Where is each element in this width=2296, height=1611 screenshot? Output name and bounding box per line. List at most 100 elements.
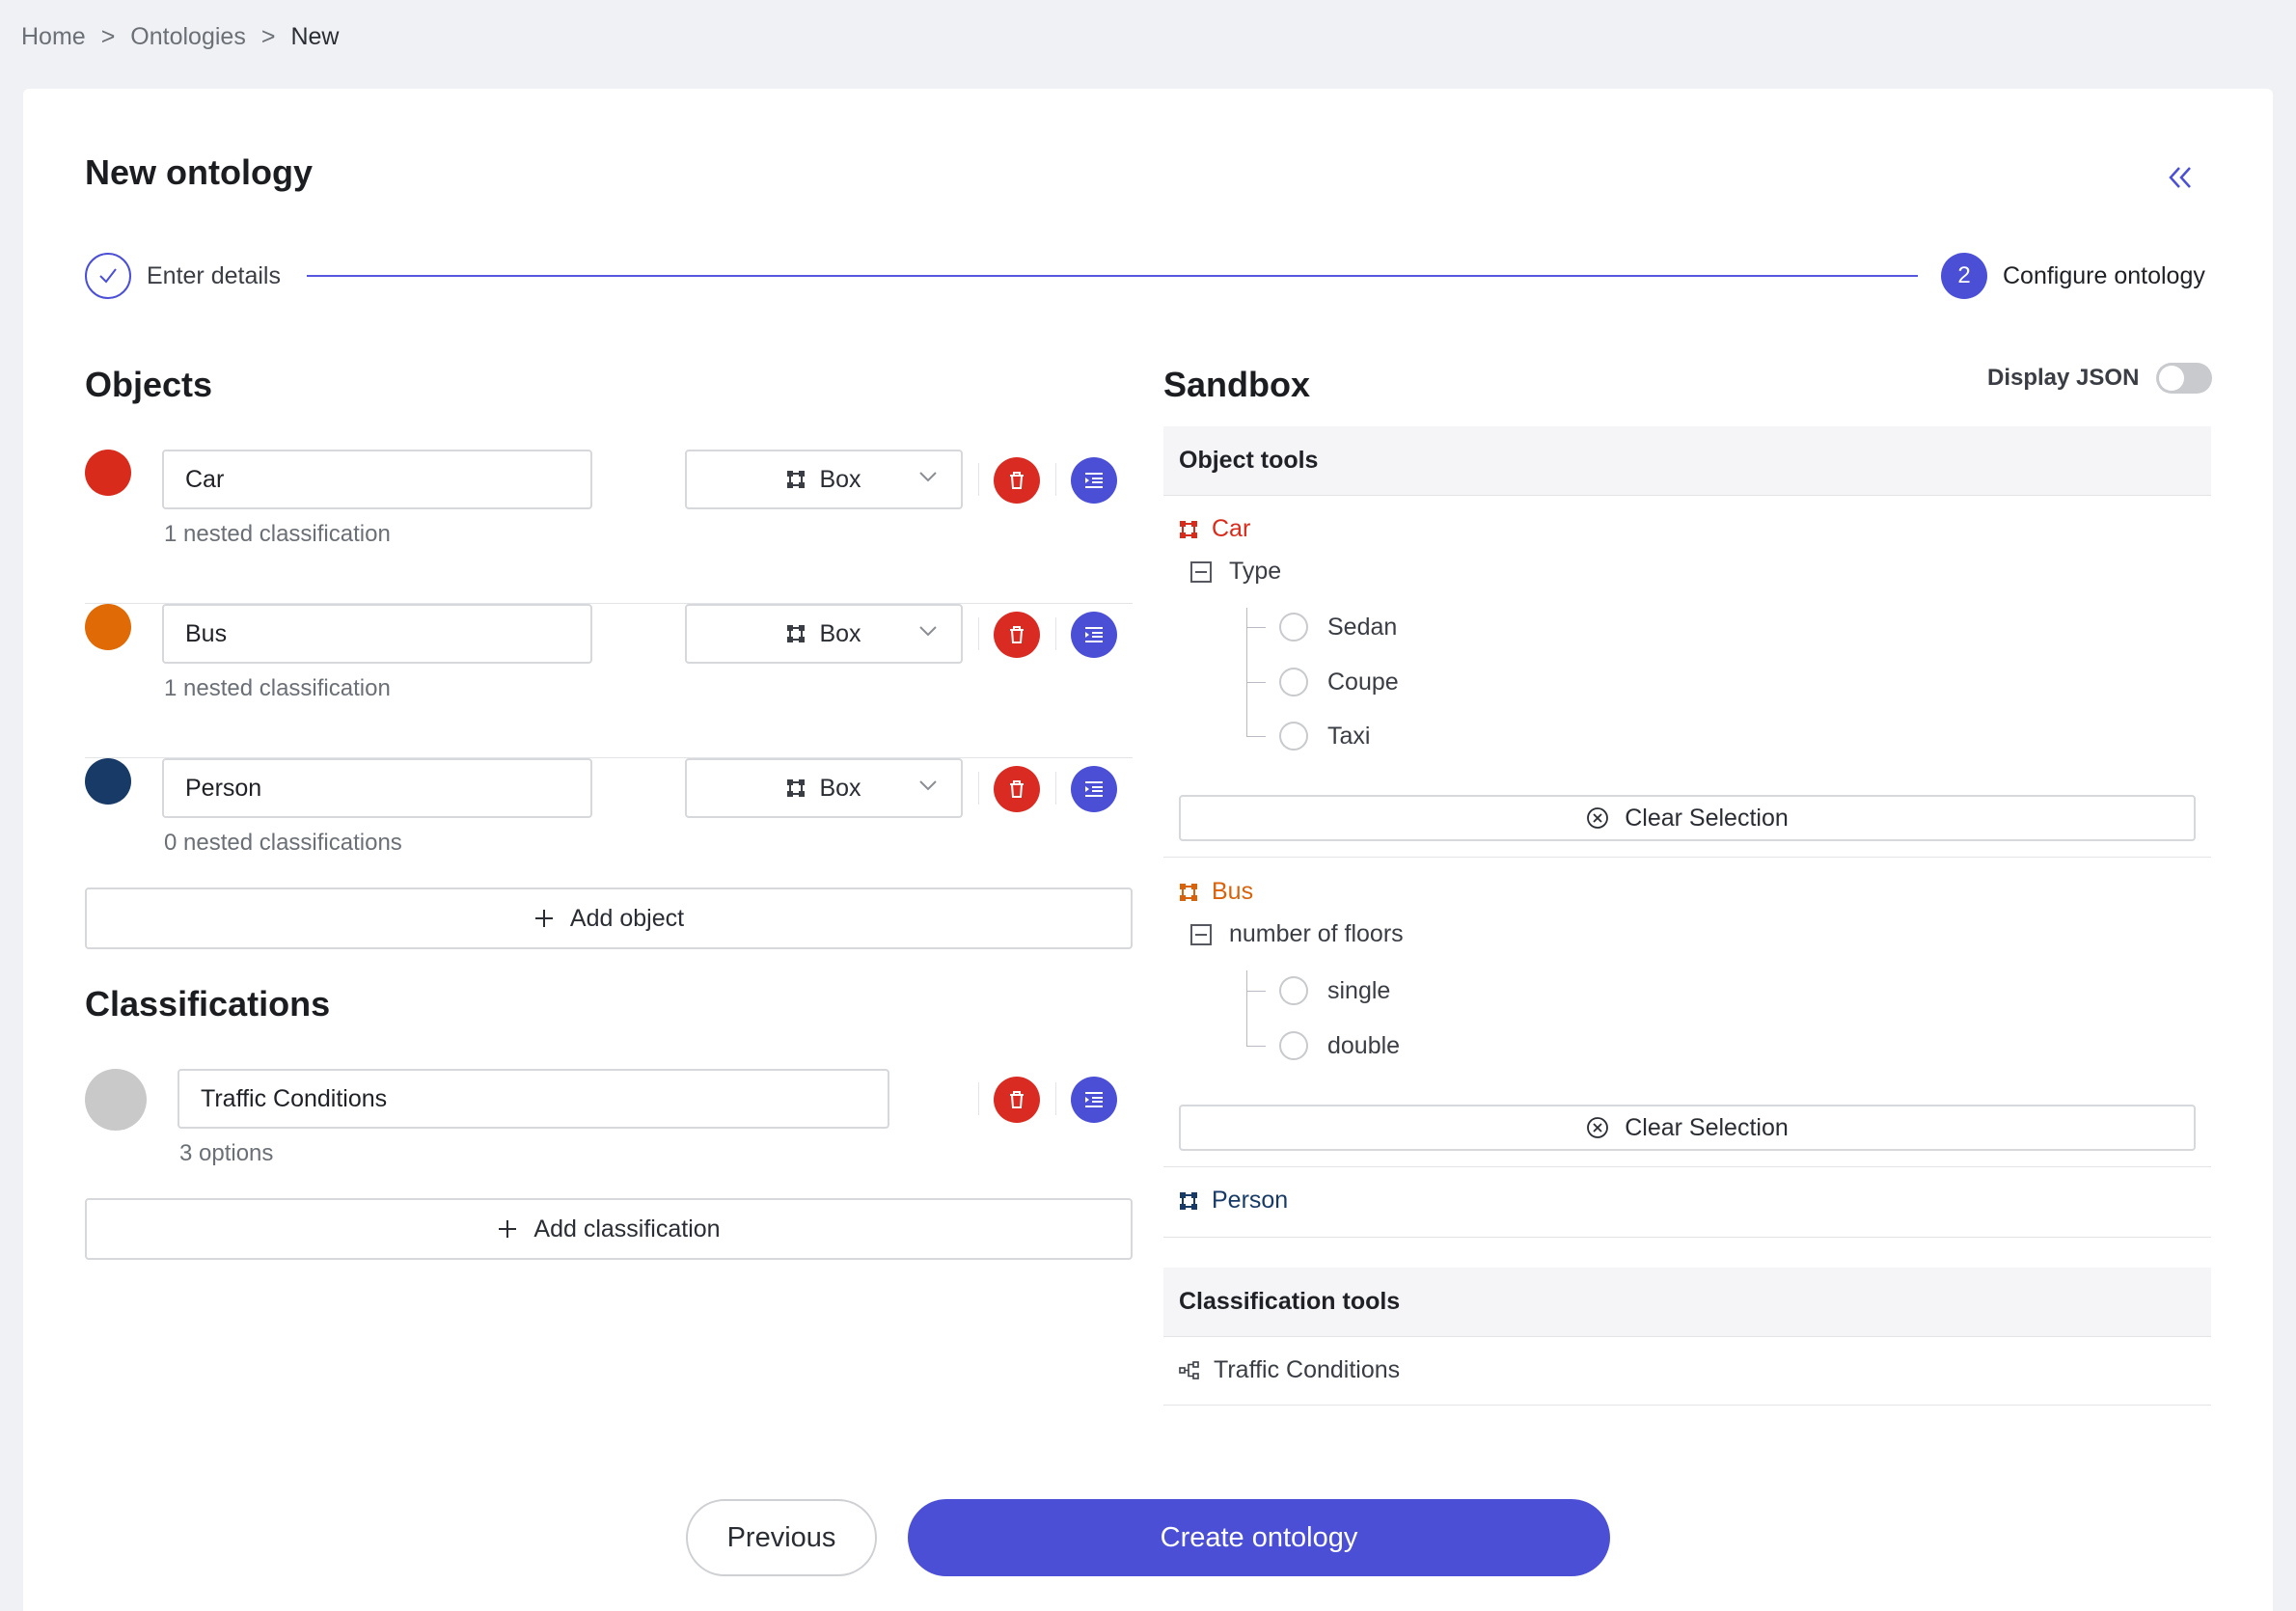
indent-list-icon xyxy=(1085,627,1103,642)
radio-button[interactable] xyxy=(1279,668,1308,696)
breadcrumb-ontologies[interactable]: Ontologies xyxy=(130,23,246,51)
edit-nested-button[interactable] xyxy=(1071,766,1117,812)
breadcrumb: Home > Ontologies > New xyxy=(21,23,339,51)
tool-person[interactable]: Person xyxy=(1179,1187,1288,1215)
tree-structure-icon xyxy=(1179,1360,1199,1379)
object-row: 1 nested classification Box xyxy=(85,450,1133,604)
plus-icon xyxy=(499,1220,517,1238)
attribute-row[interactable]: number of floors xyxy=(1190,920,1404,948)
box-shape-icon xyxy=(1180,520,1197,538)
option-label: single xyxy=(1327,976,1391,1004)
nested-count: 1 nested classification xyxy=(164,521,391,547)
delete-button[interactable] xyxy=(994,766,1040,812)
edit-nested-button[interactable] xyxy=(1071,457,1117,504)
color-swatch[interactable] xyxy=(85,1069,147,1131)
clear-selection-button[interactable]: Clear Selection xyxy=(1179,795,2196,841)
radio-button[interactable] xyxy=(1279,722,1308,751)
divider xyxy=(1163,857,2211,858)
attribute-row[interactable]: Type xyxy=(1190,558,1281,586)
tool-name: Bus xyxy=(1212,878,1254,905)
delete-button[interactable] xyxy=(994,457,1040,504)
tool-bus[interactable]: Bus xyxy=(1179,878,1253,906)
create-ontology-button[interactable]: Create ontology xyxy=(908,1499,1610,1576)
radio-button[interactable] xyxy=(1279,613,1308,642)
shape-value: Box xyxy=(819,774,861,802)
divider xyxy=(1163,1237,2211,1238)
shape-select[interactable]: Box xyxy=(685,450,963,509)
add-classification-button[interactable]: Add classification xyxy=(85,1198,1133,1260)
add-object-button[interactable]: Add object xyxy=(85,887,1133,949)
step-configure-ontology[interactable]: 2 Configure ontology xyxy=(1941,253,2205,299)
radio-option[interactable]: Coupe xyxy=(1279,668,1399,696)
classifications-heading: Classifications xyxy=(85,984,331,1024)
radio-option[interactable]: single xyxy=(1279,976,1390,1005)
tree-line xyxy=(1246,991,1266,992)
option-label: Sedan xyxy=(1327,613,1398,641)
indent-list-icon xyxy=(1085,1092,1103,1107)
edit-options-button[interactable] xyxy=(1071,1077,1117,1123)
step-enter-details[interactable]: Enter details xyxy=(85,253,281,299)
step-number: 2 xyxy=(1941,253,1987,299)
shape-value: Box xyxy=(819,619,861,647)
attribute-name: number of floors xyxy=(1229,920,1404,947)
tree-line xyxy=(1246,1046,1266,1047)
tree-line xyxy=(1246,970,1247,1046)
step-label: Enter details xyxy=(147,261,281,289)
edit-nested-button[interactable] xyxy=(1071,612,1117,658)
options-count: 3 options xyxy=(179,1140,274,1166)
sandbox-heading: Sandbox xyxy=(1163,365,1311,404)
close-circle-icon xyxy=(1587,807,1609,829)
object-name-input[interactable] xyxy=(162,450,592,509)
trash-icon xyxy=(1010,626,1024,643)
object-name-input[interactable] xyxy=(162,604,592,664)
color-swatch[interactable] xyxy=(85,758,131,805)
collapse-minus-icon[interactable] xyxy=(1190,923,1212,945)
trash-icon xyxy=(1010,472,1024,489)
nested-count: 1 nested classification xyxy=(164,675,391,701)
previous-button[interactable]: Previous xyxy=(686,1499,877,1576)
check-icon xyxy=(85,253,131,299)
collapse-icon[interactable] xyxy=(2163,160,2198,195)
indent-list-icon xyxy=(1085,473,1103,488)
color-swatch[interactable] xyxy=(85,450,131,496)
color-swatch[interactable] xyxy=(85,604,131,650)
box-shape-icon xyxy=(787,471,806,488)
display-json-toggle[interactable] xyxy=(2156,363,2213,394)
clear-selection-button[interactable]: Clear Selection xyxy=(1179,1105,2196,1151)
radio-option[interactable]: Sedan xyxy=(1279,613,1397,642)
divider xyxy=(978,1082,979,1115)
indent-list-icon xyxy=(1085,781,1103,797)
shape-value: Box xyxy=(819,465,861,493)
tool-traffic-conditions[interactable]: Traffic Conditions xyxy=(1179,1356,1400,1384)
objects-heading: Objects xyxy=(85,365,213,404)
classification-name-input[interactable] xyxy=(178,1069,889,1129)
shape-select[interactable]: Box xyxy=(685,758,963,818)
divider xyxy=(978,772,979,805)
box-shape-icon xyxy=(787,625,806,642)
radio-button[interactable] xyxy=(1279,1031,1308,1060)
plus-icon xyxy=(534,910,553,927)
radio-button[interactable] xyxy=(1279,976,1308,1005)
nested-count: 0 nested classifications xyxy=(164,830,402,856)
tool-name: Traffic Conditions xyxy=(1214,1356,1401,1383)
collapse-minus-icon[interactable] xyxy=(1190,560,1212,583)
breadcrumb-home[interactable]: Home xyxy=(21,23,86,51)
radio-option[interactable]: double xyxy=(1279,1031,1400,1060)
tree-line xyxy=(1246,736,1266,737)
toggle-knob xyxy=(2159,366,2185,391)
chevron-down-icon xyxy=(919,780,937,791)
shape-select[interactable]: Box xyxy=(685,604,963,664)
divider xyxy=(1163,1166,2211,1167)
radio-option[interactable]: Taxi xyxy=(1279,722,1370,751)
display-json-control: Display JSON xyxy=(1987,363,2213,394)
object-name-input[interactable] xyxy=(162,758,592,818)
tool-car[interactable]: Car xyxy=(1179,515,1250,543)
delete-button[interactable] xyxy=(994,1077,1040,1123)
tree-line xyxy=(1246,627,1266,628)
close-circle-icon xyxy=(1587,1117,1609,1138)
display-json-label: Display JSON xyxy=(1987,365,2140,391)
breadcrumb-current: New xyxy=(290,23,340,50)
add-object-label: Add object xyxy=(569,904,685,932)
delete-button[interactable] xyxy=(994,612,1040,658)
divider xyxy=(978,463,979,496)
